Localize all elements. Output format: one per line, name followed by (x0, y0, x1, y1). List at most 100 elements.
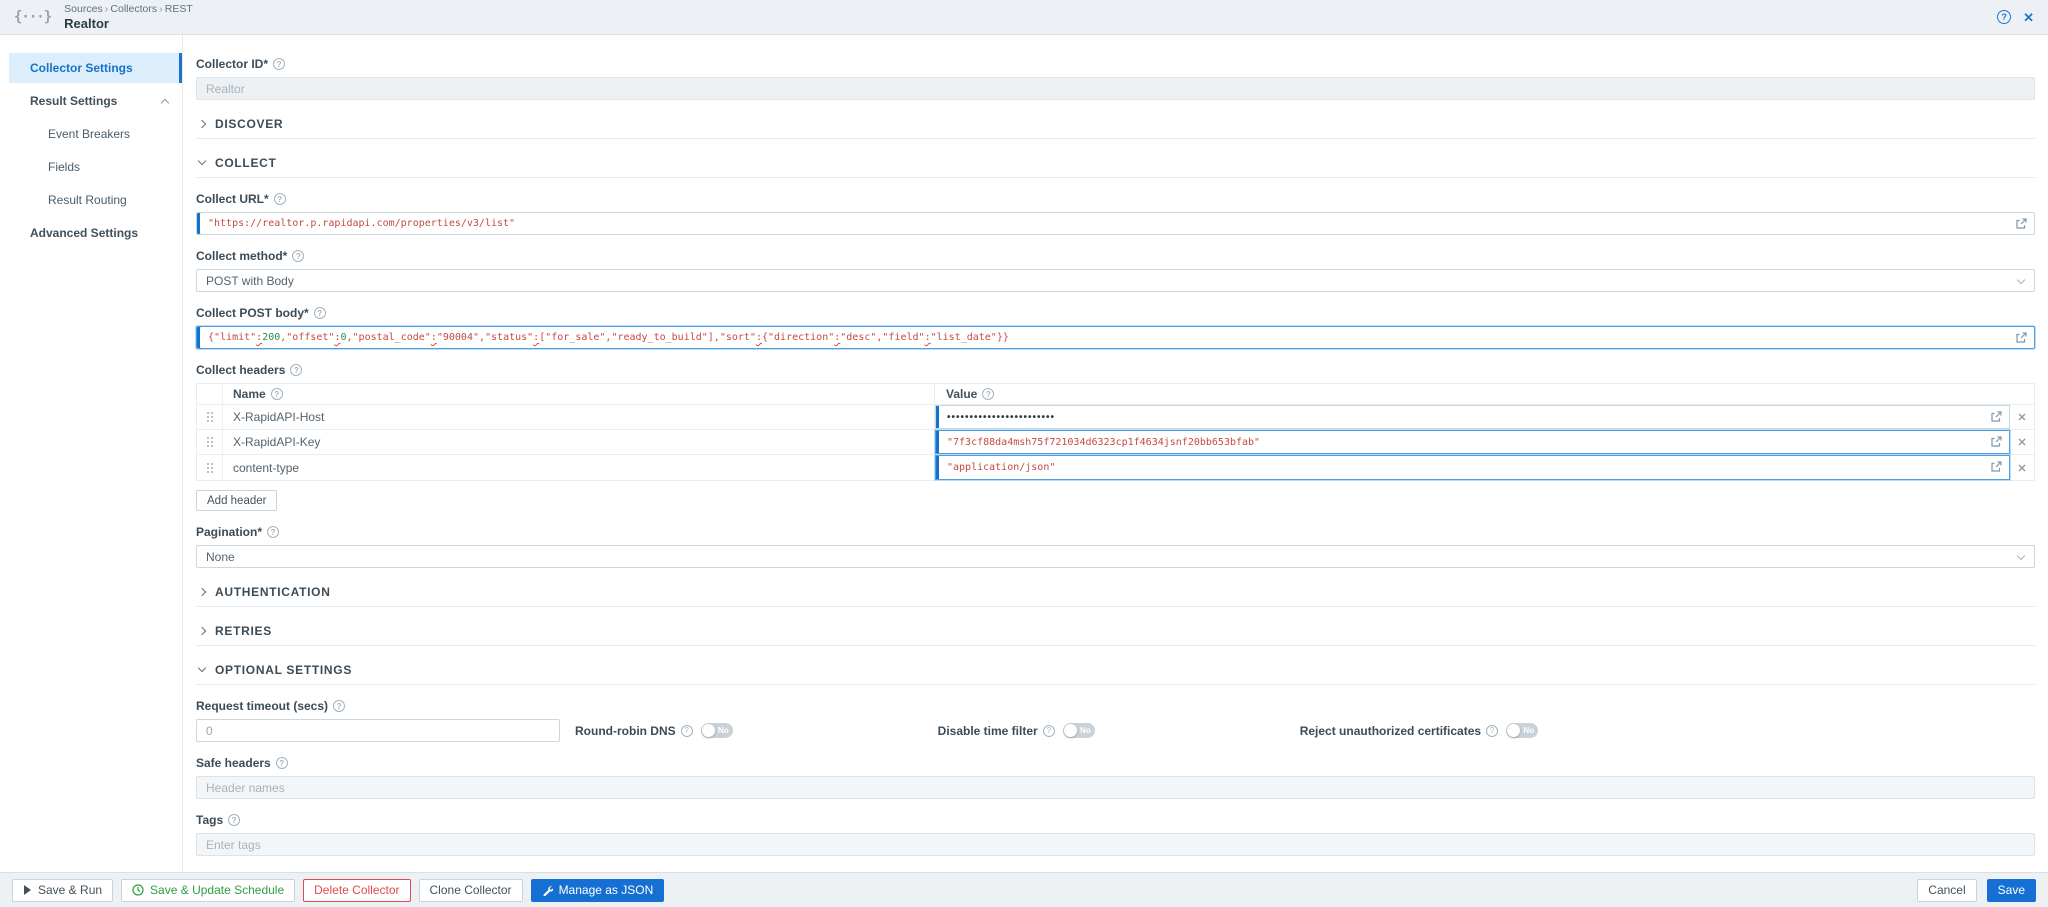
help-circle-icon[interactable] (982, 388, 994, 400)
sidebar-item-result-settings[interactable]: Result Settings (9, 86, 182, 116)
collect-headers-label: Collect headers (196, 363, 2035, 377)
section-optional-settings[interactable]: OPTIONAL SETTINGS (196, 655, 2035, 685)
header-value-field[interactable]: "7f3cf88da4msh75f721034d6323cp1f4634jsnf… (935, 430, 2010, 454)
chevron-down-icon (2017, 552, 2025, 560)
collector-braces-icon: {···} (14, 9, 51, 25)
pagination-label: Pagination* (196, 525, 2035, 539)
header-name-cell[interactable]: X-RapidAPI-Key (223, 430, 935, 454)
drag-handle-icon[interactable] (197, 405, 223, 429)
safe-headers-label: Safe headers (196, 756, 2035, 770)
cancel-button[interactable]: Cancel (1917, 879, 1976, 902)
header-row-x-rapidapi-key: X-RapidAPI-Key "7f3cf88da4msh75f721034d6… (197, 430, 2034, 455)
expand-editor-icon[interactable] (1989, 410, 2003, 424)
sidebar-item-fields[interactable]: Fields (9, 152, 182, 182)
close-icon[interactable] (2023, 11, 2034, 24)
play-icon (23, 885, 32, 895)
collect-method-select[interactable]: POST with Body (196, 269, 2035, 292)
expand-editor-icon[interactable] (1989, 435, 2003, 449)
tags-label: Tags (196, 813, 2035, 827)
sidebar-item-collector-settings[interactable]: Collector Settings (9, 53, 182, 83)
remove-header-icon[interactable] (2010, 430, 2034, 454)
header-name-cell[interactable]: content-type (223, 455, 935, 480)
expand-editor-icon[interactable] (1989, 460, 2003, 474)
chevron-right-icon (198, 626, 206, 634)
help-circle-icon[interactable] (314, 307, 326, 319)
help-circle-icon[interactable] (267, 526, 279, 538)
save-and-run-button[interactable]: Save & Run (12, 879, 113, 902)
rest-collector-page: {···} Sources Collectors REST Realtor Co… (0, 0, 2048, 907)
wrench-icon (542, 885, 553, 896)
collector-id-label: Collector ID* (196, 57, 2035, 71)
sidebar-item-event-breakers[interactable]: Event Breakers (9, 119, 182, 149)
chevron-down-icon (198, 664, 206, 672)
section-discover[interactable]: DISCOVER (196, 109, 2035, 139)
action-bar: Save & Run Save & Update Schedule Delete… (0, 872, 2048, 907)
chevron-right-icon (198, 587, 206, 595)
tags-input[interactable] (196, 833, 2035, 856)
help-circle-icon[interactable] (333, 700, 345, 712)
reject-unauthorized-certificates-toggle-group: Reject unauthorized certificates No (1300, 723, 1538, 738)
collect-post-body-field[interactable]: {"limit":200,"offset":0,"postal_code":"9… (196, 326, 2035, 349)
breadcrumb-sources[interactable]: Sources (64, 3, 103, 16)
expand-editor-icon[interactable] (2014, 331, 2028, 345)
help-circle-icon[interactable] (273, 58, 285, 70)
safe-headers-input[interactable] (196, 776, 2035, 799)
round-robin-dns-toggle-group: Round-robin DNS No (575, 723, 733, 738)
chevron-down-icon (2017, 276, 2025, 284)
breadcrumb-collectors[interactable]: Collectors (103, 3, 157, 16)
collector-id-input[interactable] (196, 77, 2035, 100)
save-button[interactable]: Save (1987, 879, 2036, 902)
page-title: Realtor (64, 16, 193, 31)
collect-headers-table: Name Value X-RapidAPI-Host •••••••••••••… (196, 383, 2035, 481)
breadcrumb-rest[interactable]: REST (157, 3, 193, 16)
collect-url-field[interactable]: "https://realtor.p.rapidapi.com/properti… (196, 212, 2035, 235)
sidebar-item-result-routing[interactable]: Result Routing (9, 185, 182, 215)
section-retries[interactable]: RETRIES (196, 616, 2035, 646)
clock-icon (132, 884, 144, 896)
header-value-field-masked[interactable]: •••••••••••••••••••••••• (935, 405, 2010, 429)
remove-header-icon[interactable] (2010, 405, 2034, 429)
table-header-row: Name Value (197, 384, 2034, 405)
help-circle-icon[interactable] (290, 364, 302, 376)
request-timeout-input[interactable] (196, 719, 560, 742)
round-robin-dns-toggle[interactable]: No (701, 723, 733, 738)
section-collect[interactable]: COLLECT (196, 148, 2035, 178)
topbar: {···} Sources Collectors REST Realtor (0, 0, 2048, 35)
request-timeout-label: Request timeout (secs) (196, 699, 2035, 713)
chevron-down-icon (198, 157, 206, 165)
settings-sidebar: Collector Settings Result Settings Event… (0, 35, 183, 872)
header-row-content-type: content-type "application/json" (197, 455, 2034, 480)
reject-unauthorized-certificates-toggle[interactable]: No (1506, 723, 1538, 738)
manage-as-json-button[interactable]: Manage as JSON (531, 879, 665, 902)
remove-header-icon[interactable] (2010, 455, 2034, 480)
help-circle-icon[interactable] (271, 388, 283, 400)
disable-time-filter-toggle[interactable]: No (1063, 723, 1095, 738)
drag-handle-icon[interactable] (197, 455, 223, 480)
collect-post-body-label: Collect POST body* (196, 306, 2035, 320)
clone-collector-button[interactable]: Clone Collector (419, 879, 523, 902)
help-circle-icon[interactable] (681, 725, 693, 737)
chevron-up-icon (161, 98, 169, 106)
help-circle-icon[interactable] (228, 814, 240, 826)
help-circle-icon[interactable] (1486, 725, 1498, 737)
breadcrumb: Sources Collectors REST (64, 3, 193, 16)
header-row-x-rapidapi-host: X-RapidAPI-Host •••••••••••••••••••••••• (197, 405, 2034, 430)
disable-time-filter-toggle-group: Disable time filter No (938, 723, 1095, 738)
expand-editor-icon[interactable] (2014, 217, 2028, 231)
help-circle-icon[interactable] (292, 250, 304, 262)
help-circle-icon[interactable] (274, 193, 286, 205)
collector-settings-form: Collector ID* DISCOVER COLLECT Collect U… (183, 35, 2048, 872)
help-circle-icon[interactable] (1043, 725, 1055, 737)
add-header-button[interactable]: Add header (196, 490, 277, 511)
header-value-field[interactable]: "application/json" (935, 455, 2010, 480)
help-icon[interactable] (1997, 10, 2011, 24)
help-circle-icon[interactable] (276, 757, 288, 769)
drag-handle-icon[interactable] (197, 430, 223, 454)
section-authentication[interactable]: AUTHENTICATION (196, 577, 2035, 607)
header-name-cell[interactable]: X-RapidAPI-Host (223, 405, 935, 429)
save-and-update-schedule-button[interactable]: Save & Update Schedule (121, 879, 295, 902)
pagination-select[interactable]: None (196, 545, 2035, 568)
sidebar-item-advanced-settings[interactable]: Advanced Settings (9, 218, 182, 248)
chevron-right-icon (198, 119, 206, 127)
delete-collector-button[interactable]: Delete Collector (303, 879, 410, 902)
